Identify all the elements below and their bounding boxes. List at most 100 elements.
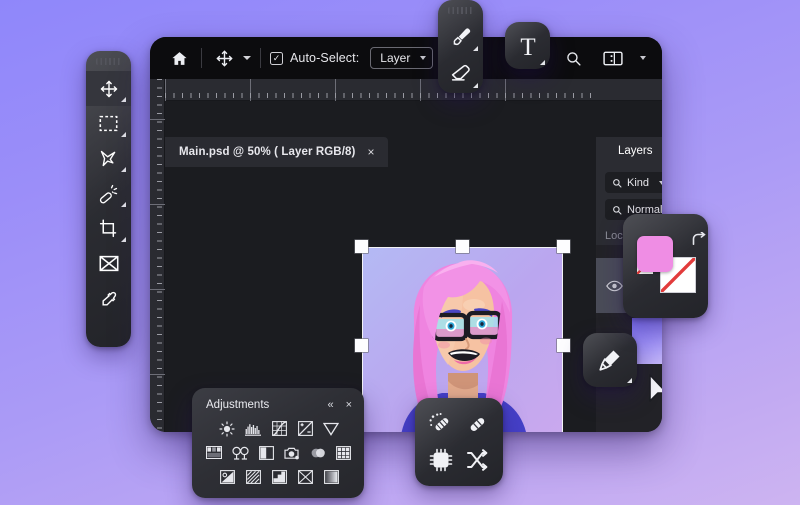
tool-healing-brush-tool[interactable] [423, 406, 459, 442]
left-toolbar[interactable] [86, 51, 131, 347]
home-button[interactable] [166, 45, 192, 71]
vibrance-icon[interactable] [323, 420, 340, 437]
invert-icon[interactable] [219, 468, 236, 485]
adjustments-icon-grid [206, 420, 352, 485]
lasso-tool-icon [100, 150, 116, 167]
tool-patch-tool[interactable] [459, 406, 495, 442]
tool-move-tool[interactable] [86, 71, 131, 106]
tool-lasso-tool[interactable] [86, 141, 131, 176]
options-bar-right [560, 45, 662, 71]
adjustments-row-2 [206, 444, 352, 461]
options-divider [201, 48, 202, 68]
tool-expand-triangle [627, 378, 632, 383]
collapse-icon[interactable]: « [327, 399, 333, 411]
crop-tool-icon [99, 219, 117, 238]
search-button[interactable] [560, 45, 586, 71]
tool-frame-tool[interactable] [86, 246, 131, 281]
filter-kind-dropdown[interactable]: Kind [605, 172, 662, 193]
type-tool-palette[interactable]: T [505, 22, 550, 69]
handle-middle-left[interactable] [355, 339, 368, 352]
spot-healing-brush-icon [429, 413, 449, 431]
posterize-icon[interactable] [245, 468, 262, 485]
tool-pen-tool[interactable] [583, 333, 637, 387]
color-balance-icon[interactable] [232, 444, 249, 461]
type-tool-icon: T [520, 34, 535, 60]
adjustments-panel[interactable]: Adjustments « × [192, 388, 364, 498]
eye-icon [606, 280, 623, 291]
object-selection-icon [429, 448, 453, 472]
adjustments-header: Adjustments « × [206, 399, 352, 411]
channel-mixer-icon[interactable] [309, 444, 326, 461]
tool-shuffle-tool[interactable] [459, 442, 495, 478]
auto-select-checkbox[interactable]: ✓ Auto-Select: [270, 37, 359, 79]
filter-row: Kind T [605, 172, 662, 193]
close-icon[interactable]: × [346, 399, 352, 411]
curves-icon[interactable] [271, 420, 288, 437]
pen-tool-palette[interactable] [583, 333, 637, 387]
palette-grip[interactable] [447, 7, 474, 14]
tool-object-selection-tool[interactable] [423, 442, 459, 478]
tool-expand-triangle [473, 83, 478, 88]
search-icon [566, 51, 581, 66]
foreground-color-swatch[interactable] [637, 236, 673, 272]
layer-visibility-toggle[interactable] [606, 280, 623, 292]
tool-rectangular-marquee-tool[interactable] [86, 106, 131, 141]
brush-tool-palette[interactable] [438, 0, 483, 93]
pen-tool-icon [599, 350, 620, 371]
move-tool-icon [216, 50, 232, 66]
tool-eyedropper-tool[interactable] [86, 281, 131, 316]
options-divider-2 [260, 48, 261, 68]
color-lookup-icon[interactable] [335, 444, 352, 461]
tool-preset-dropdown[interactable] [243, 37, 251, 79]
home-icon [171, 51, 187, 65]
workspace-switcher-icon [603, 51, 623, 65]
tool-crop-tool[interactable] [86, 211, 131, 246]
tool-expand-triangle [121, 97, 126, 102]
close-icon[interactable]: × [367, 145, 374, 159]
chevron-down-icon[interactable] [640, 56, 646, 60]
move-cursor-indicator [645, 371, 662, 411]
workspace-switcher-button[interactable] [600, 45, 626, 71]
eraser-tool-icon [451, 64, 470, 81]
tool-eraser-tool[interactable] [438, 55, 483, 92]
search-icon [613, 178, 622, 187]
auto-select-target-dropdown[interactable]: Layer [370, 47, 434, 69]
handle-middle-right[interactable] [557, 339, 570, 352]
options-bar: ✓ Auto-Select: Layer [150, 37, 662, 79]
checkbox-checked-icon: ✓ [270, 51, 283, 65]
brush-tool-icon [453, 27, 470, 45]
eyedropper-tool-icon [101, 291, 116, 306]
tool-brush-tool[interactable] [438, 18, 483, 55]
auto-select-label: Auto-Select: [290, 51, 360, 65]
color-swatch-palette[interactable] [623, 214, 708, 318]
handle-top-left[interactable] [355, 240, 368, 253]
exposure-icon[interactable] [297, 420, 314, 437]
rectangular-marquee-tool-icon [99, 115, 118, 132]
tool-type-tool[interactable]: T [505, 22, 550, 69]
horizontal-ruler [150, 79, 662, 101]
document-tab[interactable]: Main.psd @ 50% ( Layer RGB/8) × [165, 137, 389, 167]
patch-tool-icon [470, 418, 485, 431]
magic-wand-tool-icon [99, 184, 118, 204]
brightness-contrast-icon[interactable] [219, 420, 236, 437]
vertical-ruler [150, 79, 165, 432]
chevron-down-icon [243, 56, 251, 60]
toolbar-grip[interactable] [95, 58, 122, 65]
black-white-icon[interactable] [258, 444, 275, 461]
selective-color-icon[interactable] [297, 468, 314, 485]
tab-layers[interactable]: Layers [596, 137, 662, 165]
threshold-icon[interactable] [271, 468, 288, 485]
gradient-map-icon[interactable] [323, 468, 340, 485]
retouch-tool-palette[interactable] [415, 398, 503, 486]
photo-filter-icon[interactable] [284, 444, 301, 461]
current-tool-button[interactable] [211, 45, 237, 71]
handle-top-right[interactable] [557, 240, 570, 253]
tool-expand-triangle [121, 202, 126, 207]
tool-magic-wand-tool[interactable] [86, 176, 131, 211]
tool-expand-triangle [540, 60, 545, 65]
handle-top-center[interactable] [456, 240, 469, 253]
hue-saturation-icon[interactable] [206, 444, 223, 461]
levels-icon[interactable] [245, 420, 262, 437]
swap-colors-button[interactable] [691, 232, 707, 247]
frame-tool-icon [99, 255, 118, 272]
